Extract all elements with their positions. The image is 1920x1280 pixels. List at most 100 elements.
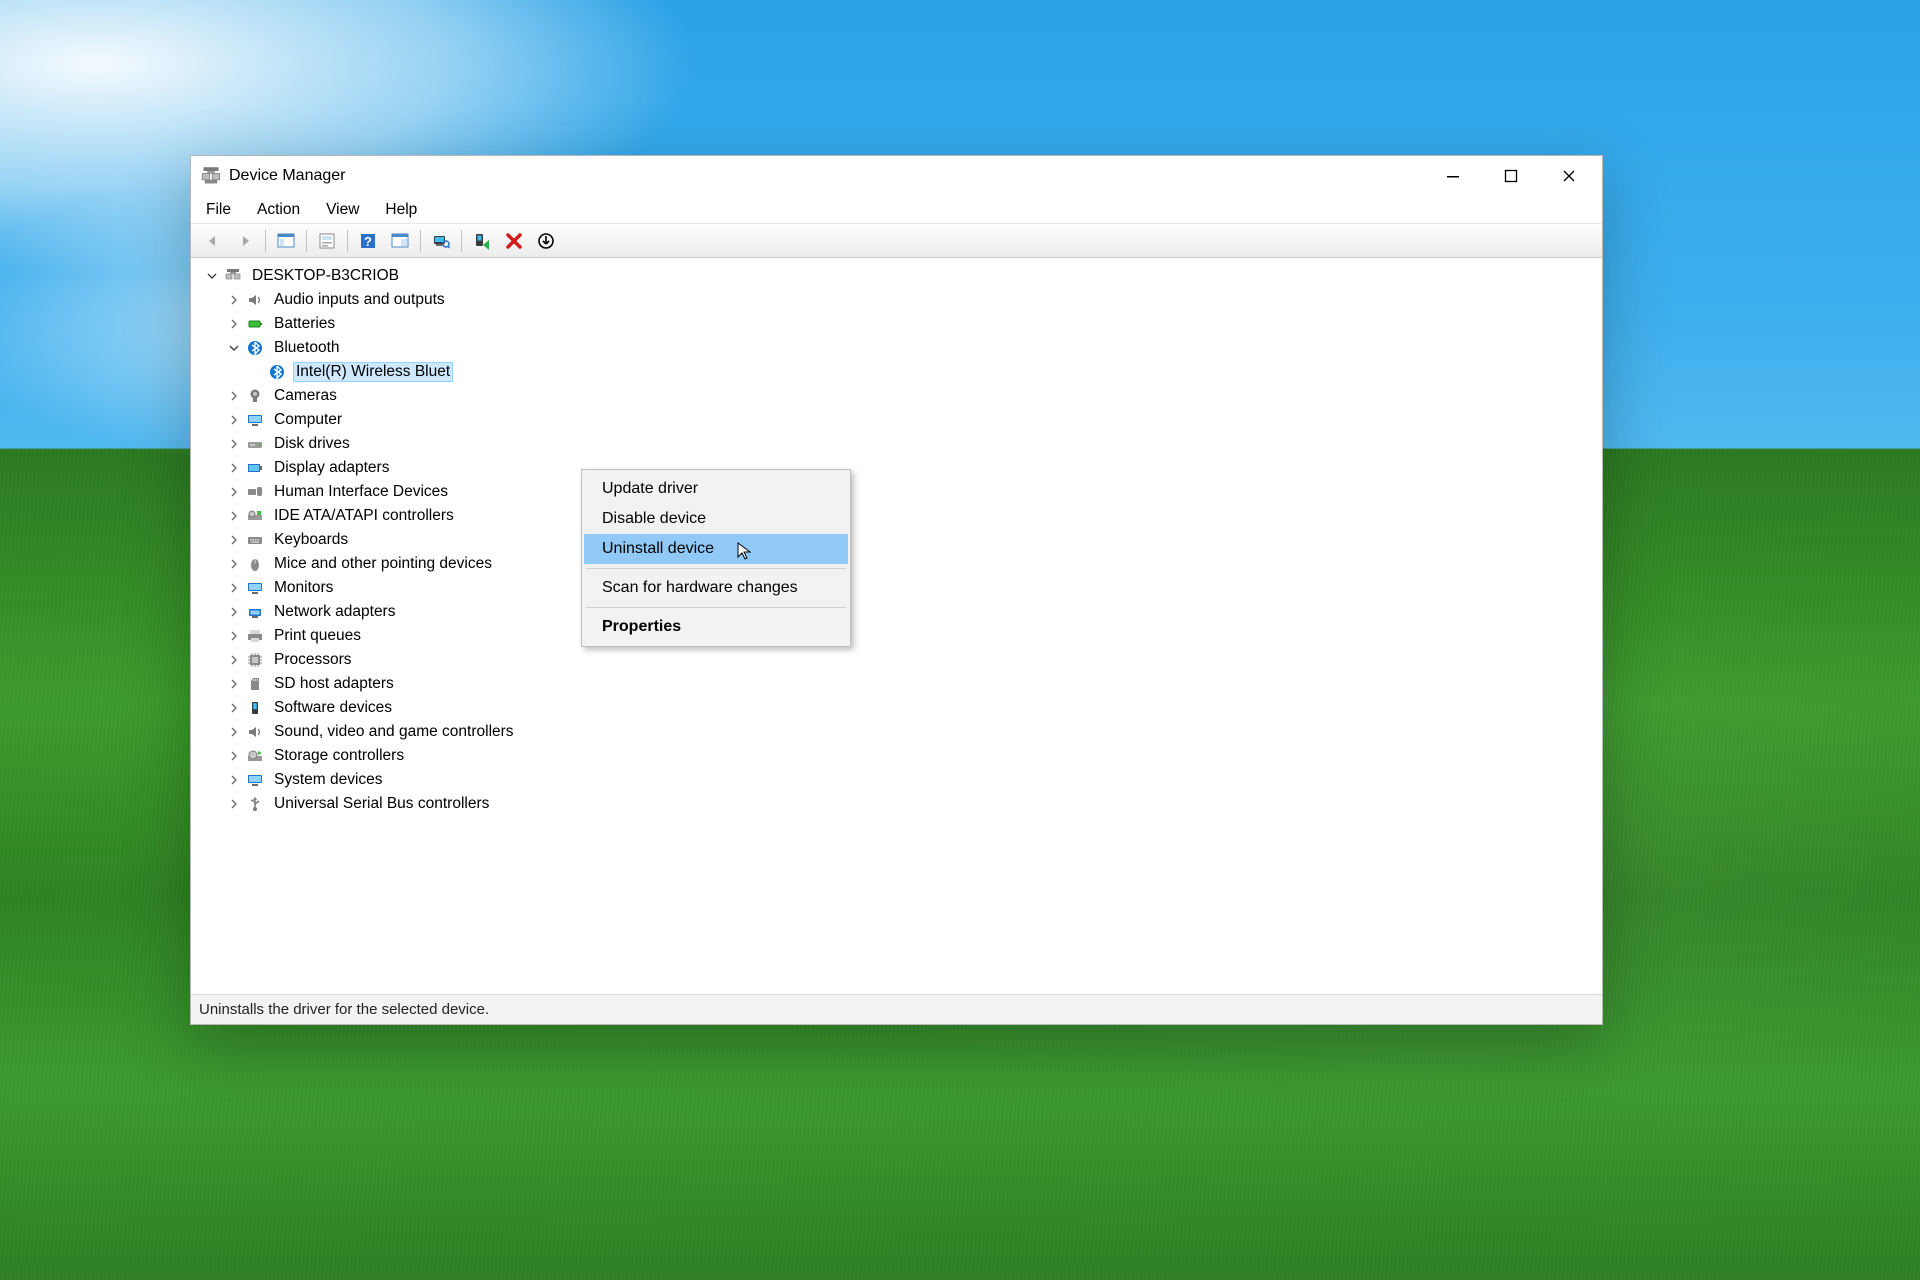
menu-action[interactable]: Action [244,197,313,223]
ctx-update-driver[interactable]: Update driver [584,474,848,504]
chevron-right-icon[interactable] [225,387,243,405]
minimize-button[interactable] [1424,157,1482,195]
bluetooth-icon [267,363,287,381]
desktop-background: Device Manager File Action View Help [0,0,1920,1280]
chevron-right-icon[interactable] [225,555,243,573]
tree-label: Audio inputs and outputs [271,290,448,310]
chevron-right-icon[interactable] [225,771,243,789]
titlebar[interactable]: Device Manager [191,156,1602,196]
tree-category-software-devices[interactable]: Software devices [199,696,1602,720]
tree-category-computer[interactable]: Computer [199,408,1602,432]
speaker-icon [245,723,265,741]
tree-label: IDE ATA/ATAPI controllers [271,506,457,526]
printer-icon [245,627,265,645]
tree-label: Disk drives [271,434,353,454]
toolbar-separator [306,230,307,252]
chevron-right-icon[interactable] [225,459,243,477]
chevron-right-icon[interactable] [225,651,243,669]
tree-label: System devices [271,770,386,790]
chevron-down-icon[interactable] [203,267,221,285]
tree-label: Bluetooth [271,338,343,358]
chevron-right-icon[interactable] [225,675,243,693]
tree-category-hid[interactable]: Human Interface Devices [199,480,1602,504]
tree-category-bluetooth[interactable]: Bluetooth [199,336,1602,360]
ide-icon [245,507,265,525]
keyboard-icon [245,531,265,549]
chevron-right-icon[interactable] [225,483,243,501]
tree-category-audio[interactable]: Audio inputs and outputs [199,288,1602,312]
tree-label: SD host adapters [271,674,397,694]
tree-label: Storage controllers [271,746,407,766]
toolbar-action-panel-button[interactable] [385,227,415,255]
mouse-icon [245,555,265,573]
menu-help[interactable]: Help [372,197,430,223]
ctx-uninstall-device[interactable]: Uninstall device [584,534,848,564]
tree-label: Human Interface Devices [271,482,451,502]
speaker-icon [245,291,265,309]
menu-file[interactable]: File [193,197,244,223]
monitor-icon [245,579,265,597]
computer-icon [223,267,243,285]
storage-icon [245,747,265,765]
ctx-scan-hardware[interactable]: Scan for hardware changes [584,573,848,603]
chevron-right-icon[interactable] [225,795,243,813]
chevron-right-icon[interactable] [225,531,243,549]
toolbar-uninstall-device-button[interactable] [499,227,529,255]
chevron-right-icon[interactable] [225,723,243,741]
menu-view[interactable]: View [313,197,372,223]
toolbar-back-button[interactable] [198,227,228,255]
app-icon [201,166,221,186]
tree-category-mice[interactable]: Mice and other pointing devices [199,552,1602,576]
tree-category-keyboards[interactable]: Keyboards [199,528,1602,552]
tree-category-storage-controllers[interactable]: Storage controllers [199,744,1602,768]
toolbar-forward-button[interactable] [230,227,260,255]
maximize-button[interactable] [1482,157,1540,195]
tree-label: Batteries [271,314,338,334]
chevron-down-icon[interactable] [225,339,243,357]
chevron-right-icon[interactable] [225,579,243,597]
tree-category-print-queues[interactable]: Print queues [199,624,1602,648]
battery-icon [245,315,265,333]
tree-label: Software devices [271,698,395,718]
tree-category-display-adapters[interactable]: Display adapters [199,456,1602,480]
tree-category-sd-host[interactable]: SD host adapters [199,672,1602,696]
tree-root[interactable]: DESKTOP-B3CRIOB [199,264,1602,288]
chevron-right-icon[interactable] [225,507,243,525]
tree-category-ide[interactable]: IDE ATA/ATAPI controllers [199,504,1602,528]
tree-category-system-devices[interactable]: System devices [199,768,1602,792]
toolbar-properties-button[interactable] [312,227,342,255]
toolbar-help-button[interactable]: ? [353,227,383,255]
ctx-separator [586,568,846,569]
tree-category-usb[interactable]: Universal Serial Bus controllers [199,792,1602,816]
tree-device-intel-bluetooth[interactable]: Intel(R) Wireless Bluet [199,360,1602,384]
chevron-right-icon[interactable] [225,315,243,333]
toolbar-update-driver-button[interactable] [531,227,561,255]
tree-category-batteries[interactable]: Batteries [199,312,1602,336]
chevron-right-icon[interactable] [225,603,243,621]
tree-category-processors[interactable]: Processors [199,648,1602,672]
toolbar-scan-hardware-button[interactable] [426,227,456,255]
ctx-properties[interactable]: Properties [584,612,848,642]
chevron-right-icon[interactable] [225,627,243,645]
window-title: Device Manager [229,167,346,185]
hid-icon [245,483,265,501]
ctx-disable-device[interactable]: Disable device [584,504,848,534]
toolbar-enable-device-button[interactable] [467,227,497,255]
device-tree[interactable]: DESKTOP-B3CRIOB Audio inputs and outputs… [191,258,1602,994]
chevron-right-icon[interactable] [225,411,243,429]
toolbar: ? [191,224,1602,258]
tree-category-network[interactable]: Network adapters [199,600,1602,624]
chevron-right-icon[interactable] [225,747,243,765]
chevron-right-icon[interactable] [225,699,243,717]
toolbar-show-hide-tree-button[interactable] [271,227,301,255]
close-button[interactable] [1540,157,1598,195]
tree-category-sound[interactable]: Sound, video and game controllers [199,720,1602,744]
tree-label: Sound, video and game controllers [271,722,517,742]
tree-category-disk-drives[interactable]: Disk drives [199,432,1602,456]
chevron-right-icon[interactable] [225,435,243,453]
chevron-right-icon[interactable] [225,291,243,309]
device-manager-window: Device Manager File Action View Help [190,155,1603,1025]
tree-category-cameras[interactable]: Cameras [199,384,1602,408]
tree-category-monitors[interactable]: Monitors [199,576,1602,600]
tree-label: Display adapters [271,458,392,478]
